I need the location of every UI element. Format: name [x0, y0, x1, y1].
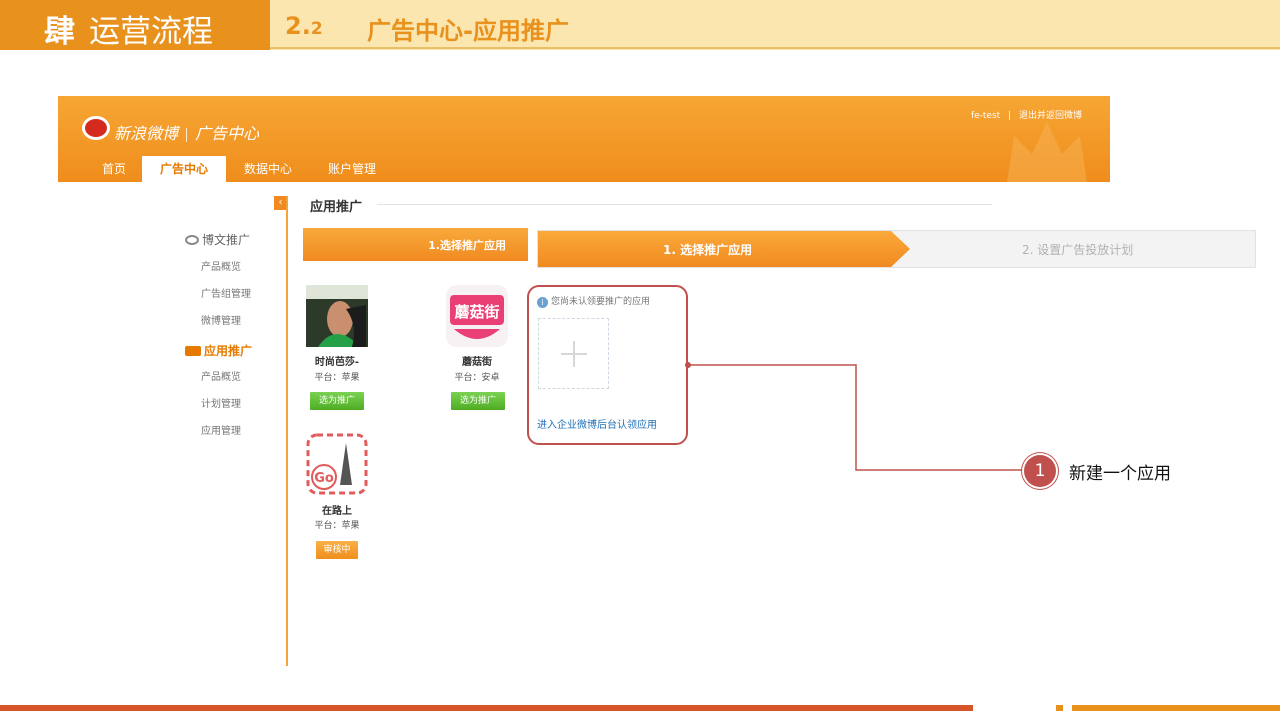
- nav-tab-account[interactable]: 账户管理: [316, 156, 388, 182]
- info-icon: i: [537, 297, 548, 308]
- sidebar-divider: [286, 196, 288, 666]
- chapter-title: 肆运营流程: [44, 6, 213, 51]
- brand-divider: [186, 127, 188, 142]
- zailushang-logo-text: Go: [314, 471, 334, 486]
- nav-tab-ad-center[interactable]: 广告中心: [142, 156, 226, 182]
- step-progress: 1. 选择推广应用 2. 设置广告投放计划: [537, 230, 1256, 268]
- app-icon-zailushang[interactable]: Go: [306, 433, 368, 495]
- step-tab-select-app[interactable]: 1.选择推广应用: [303, 228, 528, 261]
- sidebar-group-app-promo[interactable]: 应用推广: [185, 342, 252, 359]
- sidebar-item-app-manage[interactable]: 应用管理: [201, 422, 241, 437]
- bazaar-cover-icon: [306, 285, 368, 347]
- callout-text: 新建一个应用: [1069, 464, 1171, 484]
- content-title-rule: [377, 204, 992, 205]
- section-number: 2.2: [285, 12, 323, 40]
- sidebar-item-plan-manage[interactable]: 计划管理: [201, 395, 241, 410]
- sidebar-item-adgroup-manage[interactable]: 广告组管理: [201, 285, 251, 300]
- callout-number-badge: 1: [1024, 455, 1056, 487]
- add-app-button[interactable]: [538, 318, 609, 389]
- app-name-zailushang: 在路上: [322, 506, 352, 517]
- app-icon-bazaar[interactable]: [306, 285, 368, 347]
- slide-header: 肆运营流程 2.2 广告中心-应用推广: [0, 0, 1280, 50]
- main-nav: 首页 广告中心 数据中心 账户管理: [58, 156, 1110, 182]
- footer-bar-right: [1072, 705, 1280, 711]
- username-link[interactable]: fe-test: [971, 111, 1000, 121]
- sidebar-item-weibo-manage[interactable]: 微博管理: [201, 312, 241, 327]
- claim-tip-text: 您尚未认领要推广的应用: [551, 297, 651, 307]
- weibo-banner: 新浪微博 广告中心 fe-test | 退出并返回微博 首页 广告中心 数据中心 …: [58, 96, 1110, 182]
- claim-tip: i 您尚未认领要推广的应用: [537, 294, 650, 308]
- weibo-icon: [185, 235, 199, 245]
- section-title: 广告中心-应用推广: [367, 17, 569, 45]
- footer-dot: [1056, 705, 1063, 711]
- app-name-bazaar: 时尚芭莎-: [314, 357, 360, 368]
- product-name: 广告中心: [195, 124, 260, 143]
- brand-logo[interactable]: 新浪微博 广告中心: [114, 120, 259, 144]
- user-links: fe-test | 退出并返回微博: [971, 108, 1082, 121]
- sidebar-group-label: 应用推广: [204, 344, 253, 358]
- app-platform-zailushang: 平台：苹果: [314, 521, 360, 531]
- section-number-sub: 2: [310, 19, 323, 39]
- step-2-label: 2. 设置广告投放计划: [1022, 243, 1134, 257]
- logout-link[interactable]: 退出并返回微博: [1019, 111, 1082, 121]
- callout-connector: [685, 362, 1026, 471]
- app-name-mogujie: 蘑菇街: [462, 357, 492, 368]
- sidebar-item-product-overview[interactable]: 产品概览: [201, 258, 241, 273]
- section-number-main: 2.: [285, 12, 311, 40]
- nav-tab-data-center[interactable]: 数据中心: [234, 156, 302, 182]
- select-promo-button-mogujie[interactable]: 选为推广: [451, 392, 505, 410]
- sidebar-group-weibo-promo[interactable]: 博文推广: [185, 231, 250, 248]
- mogujie-logo-icon: 蘑菇街: [446, 285, 508, 347]
- sidebar-item-app-overview[interactable]: 产品概览: [201, 368, 241, 383]
- chapter-name: 运营流程: [89, 14, 213, 50]
- app-promo-icon: [185, 346, 201, 356]
- user-link-divider: |: [1008, 111, 1012, 121]
- app-icon-mogujie[interactable]: 蘑菇街: [446, 285, 508, 347]
- weibo-logo-icon: [82, 116, 110, 140]
- claim-app-link[interactable]: 进入企业微博后台认领应用: [537, 416, 657, 431]
- sidebar-group-label: 博文推广: [202, 233, 251, 247]
- mogujie-logo-text: 蘑菇街: [454, 303, 499, 321]
- new-app-panel: i 您尚未认领要推广的应用 进入企业微博后台认领应用: [527, 285, 688, 445]
- nav-tab-home[interactable]: 首页: [86, 156, 142, 182]
- chapter-mark: 肆: [44, 14, 75, 50]
- content-title: 应用推广: [310, 200, 363, 215]
- app-platform-mogujie: 平台：安卓: [454, 373, 500, 383]
- status-badge-reviewing: 审核中: [316, 541, 358, 559]
- brand-name: 新浪微博: [114, 124, 179, 143]
- app-platform-bazaar: 平台：苹果: [314, 373, 360, 383]
- footer-bar: [0, 705, 973, 711]
- chapter-block: 肆运营流程: [0, 0, 270, 50]
- step-tab-label: 1.选择推广应用: [428, 239, 506, 252]
- header-rule: [270, 47, 1280, 49]
- zailushang-logo-icon: Go: [306, 433, 368, 495]
- step-active-arrow: [538, 231, 910, 267]
- select-promo-button-bazaar[interactable]: 选为推广: [310, 392, 364, 410]
